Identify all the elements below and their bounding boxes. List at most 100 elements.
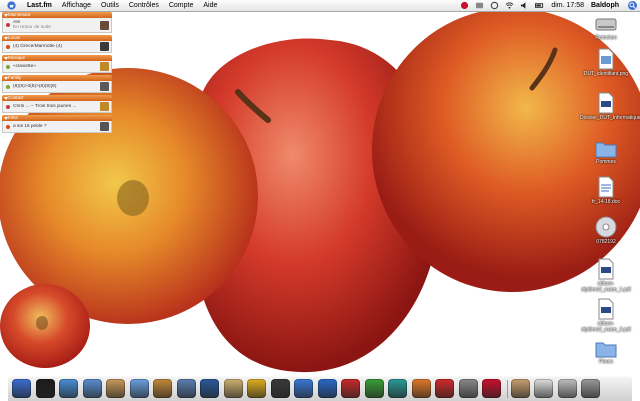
lastfm-icon[interactable] xyxy=(482,379,501,398)
status-dot xyxy=(6,124,10,129)
pdf-file-icon xyxy=(598,92,614,114)
itunes-icon[interactable] xyxy=(129,379,149,398)
dashboard-icon[interactable] xyxy=(35,379,55,398)
widget-body: Chris ... – Trois trois jaunes ... xyxy=(2,101,112,113)
menu-compte[interactable]: Compte xyxy=(164,0,199,11)
desktop-icon-label: Romchon xyxy=(595,35,617,41)
address-book-icon[interactable] xyxy=(106,379,125,398)
menu-extras: dim. 17:58 Baldoph xyxy=(457,0,640,11)
iphoto-icon[interactable] xyxy=(176,379,196,398)
menu-bar: Last.fm Affichage Outils Contrôles Compt… xyxy=(0,0,640,12)
widget-lucas[interactable]: Lucas (4) Grèce/Marmotte (4) xyxy=(2,35,112,53)
status-dot xyxy=(6,84,10,89)
trash-icon[interactable] xyxy=(581,379,600,398)
garageband-icon[interactable] xyxy=(153,379,172,398)
desktop-icon-label: Pommes xyxy=(596,159,616,165)
widget-musique[interactable]: Musique «claviette» xyxy=(2,55,112,73)
chat-icon[interactable] xyxy=(247,379,266,398)
app-icon-orange[interactable] xyxy=(411,379,431,398)
avatar xyxy=(100,102,109,111)
widget-text: Aïe En retour de suite xyxy=(13,20,100,31)
apple-menu-icon[interactable] xyxy=(7,1,16,10)
folder-icon xyxy=(595,342,617,358)
widget-line1: «claviette» xyxy=(13,63,36,69)
widget-infos[interactable]: Infos à lidi 16 petite ? xyxy=(2,115,112,133)
desktop-icon-dossier-dut[interactable]: Dossier_DUT_Informatique_Lyon.pdf xyxy=(580,92,640,121)
photoshop-icon[interactable] xyxy=(200,379,219,398)
avatar xyxy=(100,122,109,131)
lastfm-widget-stack: Maintenant Aïe En retour de suite Lucas … xyxy=(2,12,112,135)
desktop-icon-dut-identifiant[interactable]: DUT_identifiant.png xyxy=(580,48,632,77)
widget-family[interactable]: Family (8)(9)>3(8)>(8)(9)(8) xyxy=(2,75,112,93)
dock xyxy=(8,376,632,401)
app-icon-green[interactable] xyxy=(364,379,384,398)
image-file-icon xyxy=(598,48,614,70)
menu-user[interactable]: Baldoph xyxy=(588,2,625,9)
desktop-icon-pommes[interactable]: Pommes xyxy=(580,140,632,165)
app-icon-red[interactable] xyxy=(341,379,360,398)
avatar xyxy=(100,82,109,91)
script-menu-icon[interactable] xyxy=(475,1,484,10)
menu-clock[interactable]: dim. 17:58 xyxy=(547,2,588,9)
menu-affichage[interactable]: Affichage xyxy=(57,0,96,11)
desktop-icon-fleurs[interactable]: Fleurs xyxy=(580,340,632,365)
app-icon-grey[interactable] xyxy=(458,379,478,398)
imovie-icon[interactable] xyxy=(270,379,290,398)
desktop-icon-label: clôture-diplôme2_exam_2.pdf xyxy=(581,321,631,333)
widget-maintenant[interactable]: Maintenant Aïe En retour de suite xyxy=(2,12,112,33)
avatar xyxy=(100,20,109,30)
sync-icon[interactable] xyxy=(490,1,499,10)
volume-icon[interactable] xyxy=(520,1,529,10)
desktop-icon-label: Fleurs xyxy=(599,359,613,365)
widget-body: «claviette» xyxy=(2,61,112,73)
wifi-icon[interactable] xyxy=(505,1,514,10)
avatar xyxy=(100,62,109,71)
desktop-icon-label: 0782192 xyxy=(596,239,616,245)
preview-icon[interactable] xyxy=(223,379,243,398)
widget-contact[interactable]: Contact Chris ... – Trois trois jaunes .… xyxy=(2,95,112,113)
battery-icon[interactable] xyxy=(535,1,544,10)
status-dot xyxy=(6,44,10,49)
lastfm-status-icon[interactable] xyxy=(460,1,469,10)
mail-icon[interactable] xyxy=(82,379,102,398)
menu-app-lastfm[interactable]: Last.fm xyxy=(22,0,57,11)
desktop-icon-doc[interactable]: fr_14-18.doc xyxy=(580,176,632,205)
widget-body: Aïe En retour de suite xyxy=(2,18,112,33)
folder-icon xyxy=(595,142,617,158)
cd-icon xyxy=(595,216,617,238)
app-icon-blue[interactable] xyxy=(317,379,337,398)
widget-body: (4) Grèce/Marmotte (4) xyxy=(2,41,112,53)
pdf-file-icon xyxy=(598,258,614,280)
desktop-icon-label: clôture-diplôme2_exam_1.pdf xyxy=(581,281,631,293)
quicktime-icon[interactable] xyxy=(294,379,313,398)
status-dot xyxy=(6,104,10,109)
desktop-icon-cloture-1[interactable]: clôture-diplôme2_exam_1.pdf xyxy=(580,258,632,293)
desktop-icon-label: fr_14-18.doc xyxy=(591,199,621,205)
status-dot xyxy=(6,23,10,27)
widget-line1: à lidi 16 petite ? xyxy=(13,123,47,129)
app-icon-teal[interactable] xyxy=(388,379,407,398)
document-file-icon xyxy=(598,176,614,198)
widget-line2: En retour de suite xyxy=(13,25,51,30)
desktop-icon-cd[interactable]: 0782192 xyxy=(580,216,632,245)
spotlight-icon[interactable] xyxy=(628,1,637,10)
avatar xyxy=(100,42,109,51)
desktop-icon-romchon[interactable]: Romchon xyxy=(580,14,632,41)
menu-aide[interactable]: Aide xyxy=(198,0,222,11)
hard-drive-icon xyxy=(595,18,617,31)
widget-body: (8)(9)>3(8)>(8)(9)(8) xyxy=(2,81,112,93)
desktop-icon-label: Dossier_DUT_Informatique_Lyon.pdf xyxy=(580,115,640,121)
pdf-file-icon xyxy=(598,298,614,320)
documents-icon[interactable] xyxy=(534,379,553,398)
stop-icon[interactable] xyxy=(435,379,454,398)
widget-line1: (4) Grèce/Marmotte (4) xyxy=(13,43,63,49)
finder-icon[interactable] xyxy=(12,379,31,398)
menu-controles[interactable]: Contrôles xyxy=(124,0,164,11)
status-dot xyxy=(6,64,10,69)
safari-icon[interactable] xyxy=(59,379,78,398)
menu-outils[interactable]: Outils xyxy=(96,0,124,11)
widget-line1: Chris ... – Trois trois jaunes ... xyxy=(13,103,77,109)
desktop-icon-cloture-2[interactable]: clôture-diplôme2_exam_2.pdf xyxy=(580,298,632,333)
home-folder-icon[interactable] xyxy=(510,379,530,398)
applications-icon[interactable] xyxy=(557,379,577,398)
